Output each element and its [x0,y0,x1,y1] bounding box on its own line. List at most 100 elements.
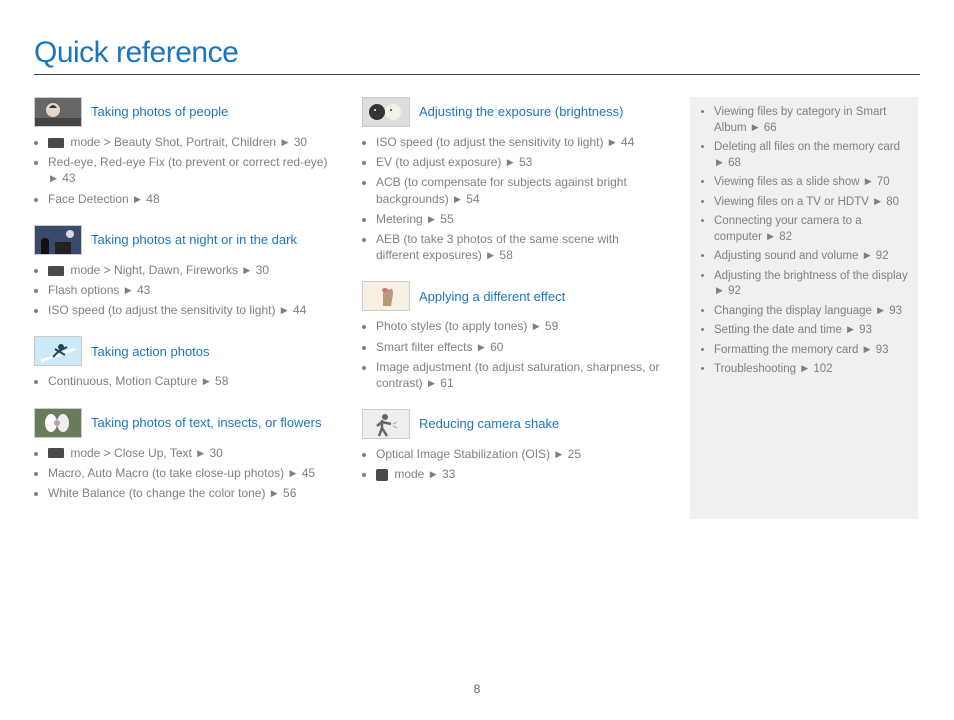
section: Taking photos of text, insects, or flowe… [34,408,334,502]
list-item: Image adjustment (to adjust saturation, … [376,359,662,391]
page-ref-arrow-icon: ▶ [555,449,562,459]
page-ref: 58 [496,248,513,262]
list-item: Optical Image Stabilization (OIS) ▶ 25 [376,446,662,462]
item-text: Setting the date and time [714,324,845,336]
section-title: Taking photos at night or in the dark [91,232,297,248]
page-ref-arrow-icon: ▶ [609,137,616,147]
page-ref: 70 [874,176,890,188]
section: Taking photos of people mode > Beauty Sh… [34,97,334,207]
list-item: mode > Close Up, Text ▶ 30 [48,445,334,461]
portrait-icon [34,97,82,127]
sidebar-item: Deleting all files on the memory card ▶ … [714,140,908,171]
list-item: Macro, Auto Macro (to take close-up phot… [48,465,334,481]
effect-icon [362,281,410,311]
item-text: ISO speed (to adjust the sensitivity to … [376,135,607,149]
page-ref-arrow-icon: ▶ [50,173,57,183]
page-ref-arrow-icon: ▶ [134,194,141,204]
item-text: mode > Night, Dawn, Fireworks [67,263,241,277]
page-ref: 44 [290,303,307,317]
list-item: White Balance (to change the color tone)… [48,485,334,501]
sidebar-item: Viewing files by category in Smart Album… [714,105,908,136]
page-ref-arrow-icon: ▶ [203,376,210,386]
page-ref-arrow-icon: ▶ [454,194,461,204]
page-ref: 61 [437,376,454,390]
list-item: Flash options ▶ 43 [48,282,334,298]
page-ref: 30 [290,135,307,149]
section-title: Taking photos of text, insects, or flowe… [91,415,322,431]
item-text: Adjusting the brightness of the display [714,270,908,282]
page-ref: 53 [516,155,533,169]
sidebar: Viewing files by category in Smart Album… [690,97,918,519]
column-1: Taking photos of people mode > Beauty Sh… [34,97,334,519]
page-ref: 93 [856,324,872,336]
page-ref-arrow-icon: ▶ [271,488,278,498]
section: Reducing camera shake Optical Image Stabi… [362,409,662,482]
item-text: Macro, Auto Macro (to take close-up phot… [48,466,287,480]
item-text: Face Detection [48,192,132,206]
page-ref-arrow-icon: ▶ [864,344,871,354]
page-ref: 30 [206,446,223,460]
page-ref: 68 [725,157,741,169]
page-ref: 30 [252,263,269,277]
scene-mode-icon [48,138,64,148]
page-ref-arrow-icon: ▶ [281,137,288,147]
section: Applying a different effectPhoto styles … [362,281,662,391]
sidebar-item: Adjusting sound and volume ▶ 92 [714,249,908,265]
page-ref: 82 [776,231,792,243]
page-ref: 33 [439,467,456,481]
page-ref: 54 [463,192,480,206]
item-text: Deleting all files on the memory card [714,141,900,153]
list-item: AEB (to take 3 photos of the same scene … [376,231,662,263]
page-ref: 58 [212,374,229,388]
list-item: Smart filter effects ▶ 60 [376,339,662,355]
item-text: EV (to adjust exposure) [376,155,505,169]
sidebar-item: Formatting the memory card ▶ 93 [714,343,908,359]
exposure-icon [362,97,410,127]
page-ref-arrow-icon: ▶ [752,122,759,132]
page-ref-arrow-icon: ▶ [877,305,884,315]
item-text: Metering [376,212,426,226]
list-item: mode > Beauty Shot, Portrait, Children ▶… [48,134,334,150]
page-ref: 56 [280,486,297,500]
list-item: EV (to adjust exposure) ▶ 53 [376,154,662,170]
page-ref: 92 [873,250,889,262]
page-ref: 93 [873,344,889,356]
night-icon [34,225,82,255]
section-list: Continuous, Motion Capture ▶ 58 [34,373,334,389]
page-number: 8 [0,682,954,696]
section-title: Taking photos of people [91,104,228,120]
page-title: Quick reference [34,36,920,75]
page-ref: 102 [810,363,832,375]
item-text: Optical Image Stabilization (OIS) [376,447,553,461]
page-ref-arrow-icon: ▶ [125,285,132,295]
sidebar-item: Changing the display language ▶ 93 [714,304,908,320]
page-ref-arrow-icon: ▶ [801,363,808,373]
shake-icon [362,409,410,439]
page-ref-arrow-icon: ▶ [874,196,881,206]
list-item: Face Detection ▶ 48 [48,191,334,207]
dual-is-mode-icon [376,469,388,481]
list-item: mode > Night, Dawn, Fireworks ▶ 30 [48,262,334,278]
page-ref-arrow-icon: ▶ [716,157,723,167]
item-text: Red-eye, Red-eye Fix (to prevent or corr… [48,155,327,169]
item-text: Photo styles (to apply tones) [376,319,531,333]
page-ref: 43 [59,171,76,185]
page-ref: 93 [886,305,902,317]
page-ref: 80 [883,196,899,208]
page-ref: 66 [761,122,777,134]
item-text: Flash options [48,283,123,297]
item-text: ISO speed (to adjust the sensitivity to … [48,303,279,317]
page-ref-arrow-icon: ▶ [487,250,494,260]
page-ref: 43 [134,283,151,297]
list-item: Continuous, Motion Capture ▶ 58 [48,373,334,389]
page-ref: 45 [298,466,315,480]
item-text: Continuous, Motion Capture [48,374,201,388]
item-text: Formatting the memory card [714,344,862,356]
item-text: Adjusting sound and volume [714,250,862,262]
section-title: Reducing camera shake [419,416,559,432]
section-list: mode > Night, Dawn, Fireworks ▶ 30 Flash … [34,262,334,319]
section-list: Photo styles (to apply tones) ▶ 59Smart … [362,318,662,391]
page-ref: 25 [564,447,581,461]
page-ref-arrow-icon: ▶ [289,468,296,478]
item-text: mode [391,467,428,481]
